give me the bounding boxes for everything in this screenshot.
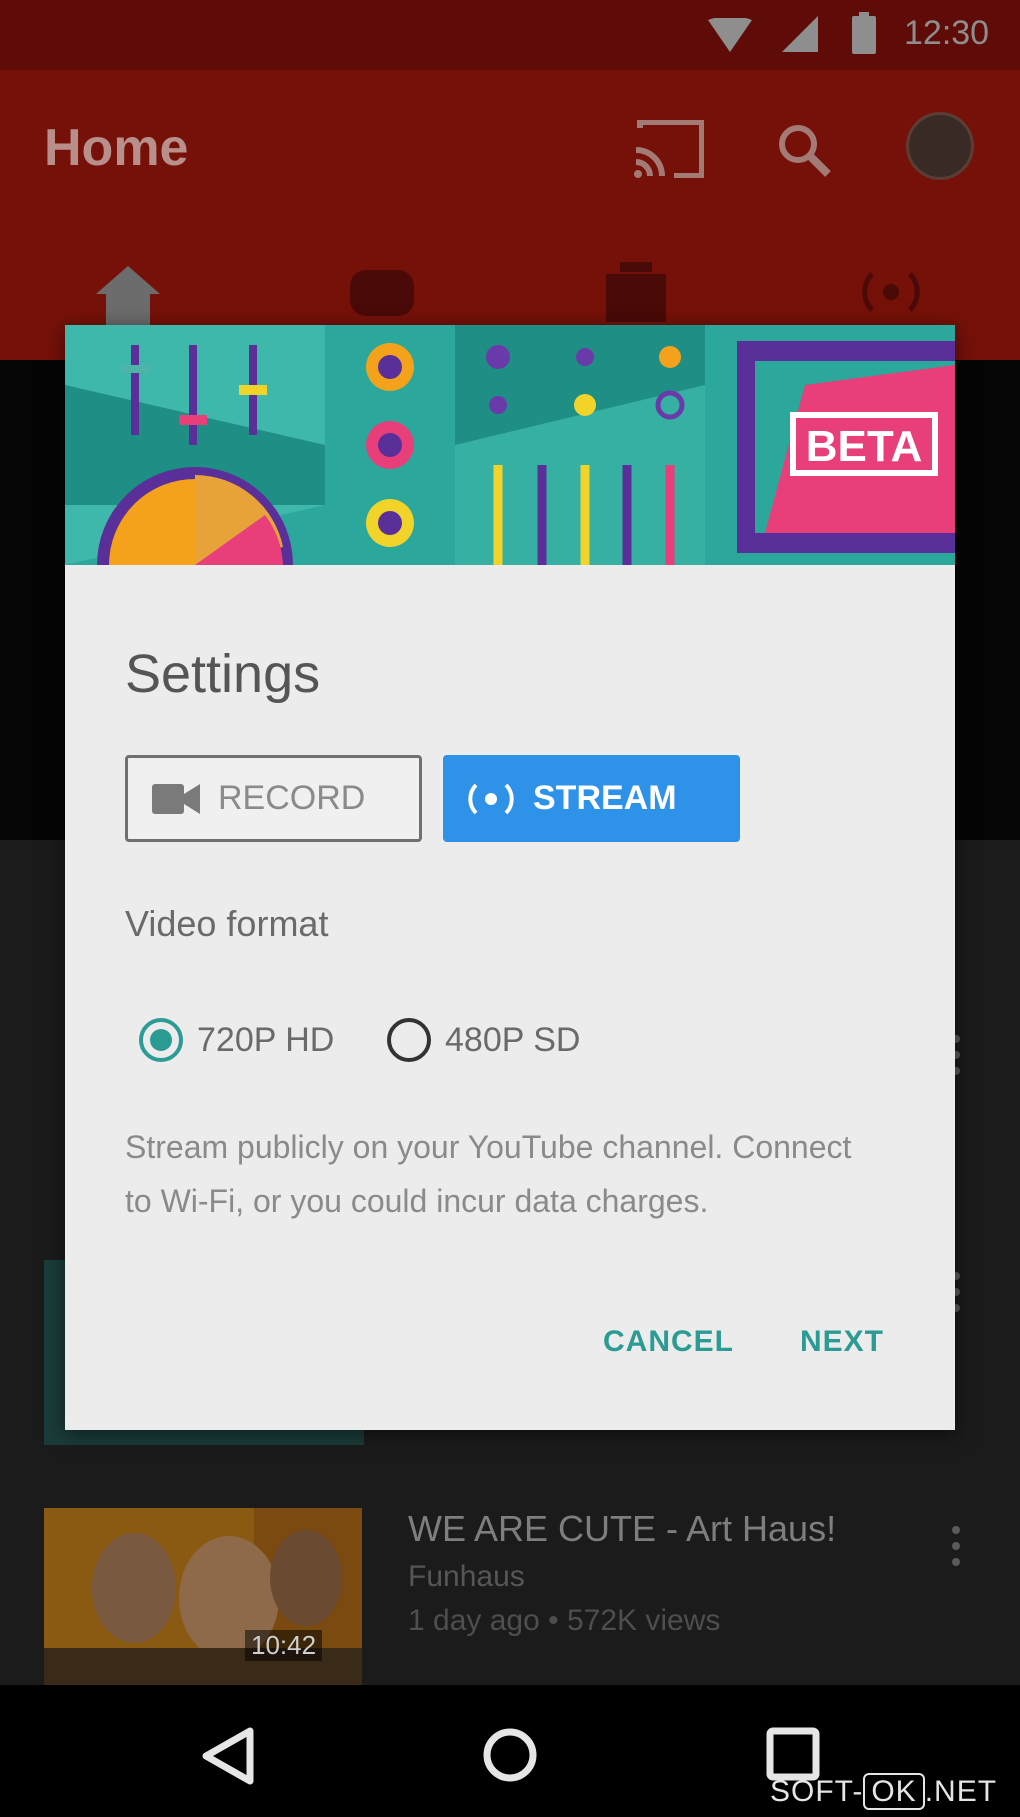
stream-button[interactable]: STREAM — [443, 755, 740, 842]
cancel-button[interactable]: CANCEL — [603, 1325, 734, 1359]
video-channel[interactable]: Funhaus — [408, 1560, 525, 1594]
home-circle-icon[interactable] — [482, 1727, 538, 1783]
video-meta: 1 day ago • 572K views — [408, 1604, 721, 1637]
radio-label: 720P HD — [197, 1020, 335, 1059]
beta-banner-illustration: BETA — [65, 325, 955, 565]
stream-description: Stream publicly on your YouTube channel.… — [125, 1129, 852, 1219]
status-time: 12:30 — [904, 14, 990, 52]
video-duration: 10:42 — [245, 1630, 323, 1661]
radio-option-720p[interactable]: 720P HD — [139, 1010, 334, 1070]
tab-live[interactable] — [858, 270, 924, 314]
beta-badge: BETA — [806, 422, 923, 471]
radio-button-unchecked[interactable] — [387, 1018, 431, 1062]
video-format-label: Video format — [125, 903, 329, 944]
radio-button-checked[interactable] — [139, 1018, 183, 1062]
page-title: Home — [44, 119, 189, 177]
dialog-title: Settings — [125, 644, 321, 704]
record-button-label: RECORD — [218, 779, 366, 817]
search-icon[interactable] — [776, 122, 832, 178]
watermark: SOFT- OK .NET — [770, 1773, 998, 1810]
tab-home[interactable] — [96, 266, 160, 326]
status-bar: 12:30 — [0, 0, 1020, 70]
signal-icon — [782, 16, 818, 52]
tab-gaming[interactable] — [350, 270, 414, 316]
recents-icon[interactable] — [766, 1727, 820, 1781]
cast-icon[interactable] — [634, 120, 704, 178]
radio-label: 480P SD — [445, 1020, 581, 1059]
record-button[interactable]: RECORD — [125, 755, 422, 842]
app-bar: Home — [0, 70, 1020, 360]
avatar[interactable] — [906, 112, 974, 180]
radio-option-480p[interactable]: 480P SD — [387, 1010, 580, 1070]
settings-dialog: BETA Settings RECORD STREAM Video format… — [65, 325, 955, 1430]
battery-icon — [852, 12, 876, 54]
back-icon[interactable] — [200, 1727, 256, 1785]
more-options-icon[interactable] — [952, 1526, 962, 1574]
video-title[interactable]: WE ARE CUTE - Art Haus! — [408, 1508, 836, 1550]
wifi-icon — [708, 18, 752, 52]
stream-icon — [467, 783, 515, 815]
videocam-icon — [152, 783, 200, 814]
next-button[interactable]: NEXT — [800, 1325, 884, 1359]
tab-subscriptions[interactable] — [606, 262, 666, 322]
stream-button-label: STREAM — [533, 779, 677, 817]
